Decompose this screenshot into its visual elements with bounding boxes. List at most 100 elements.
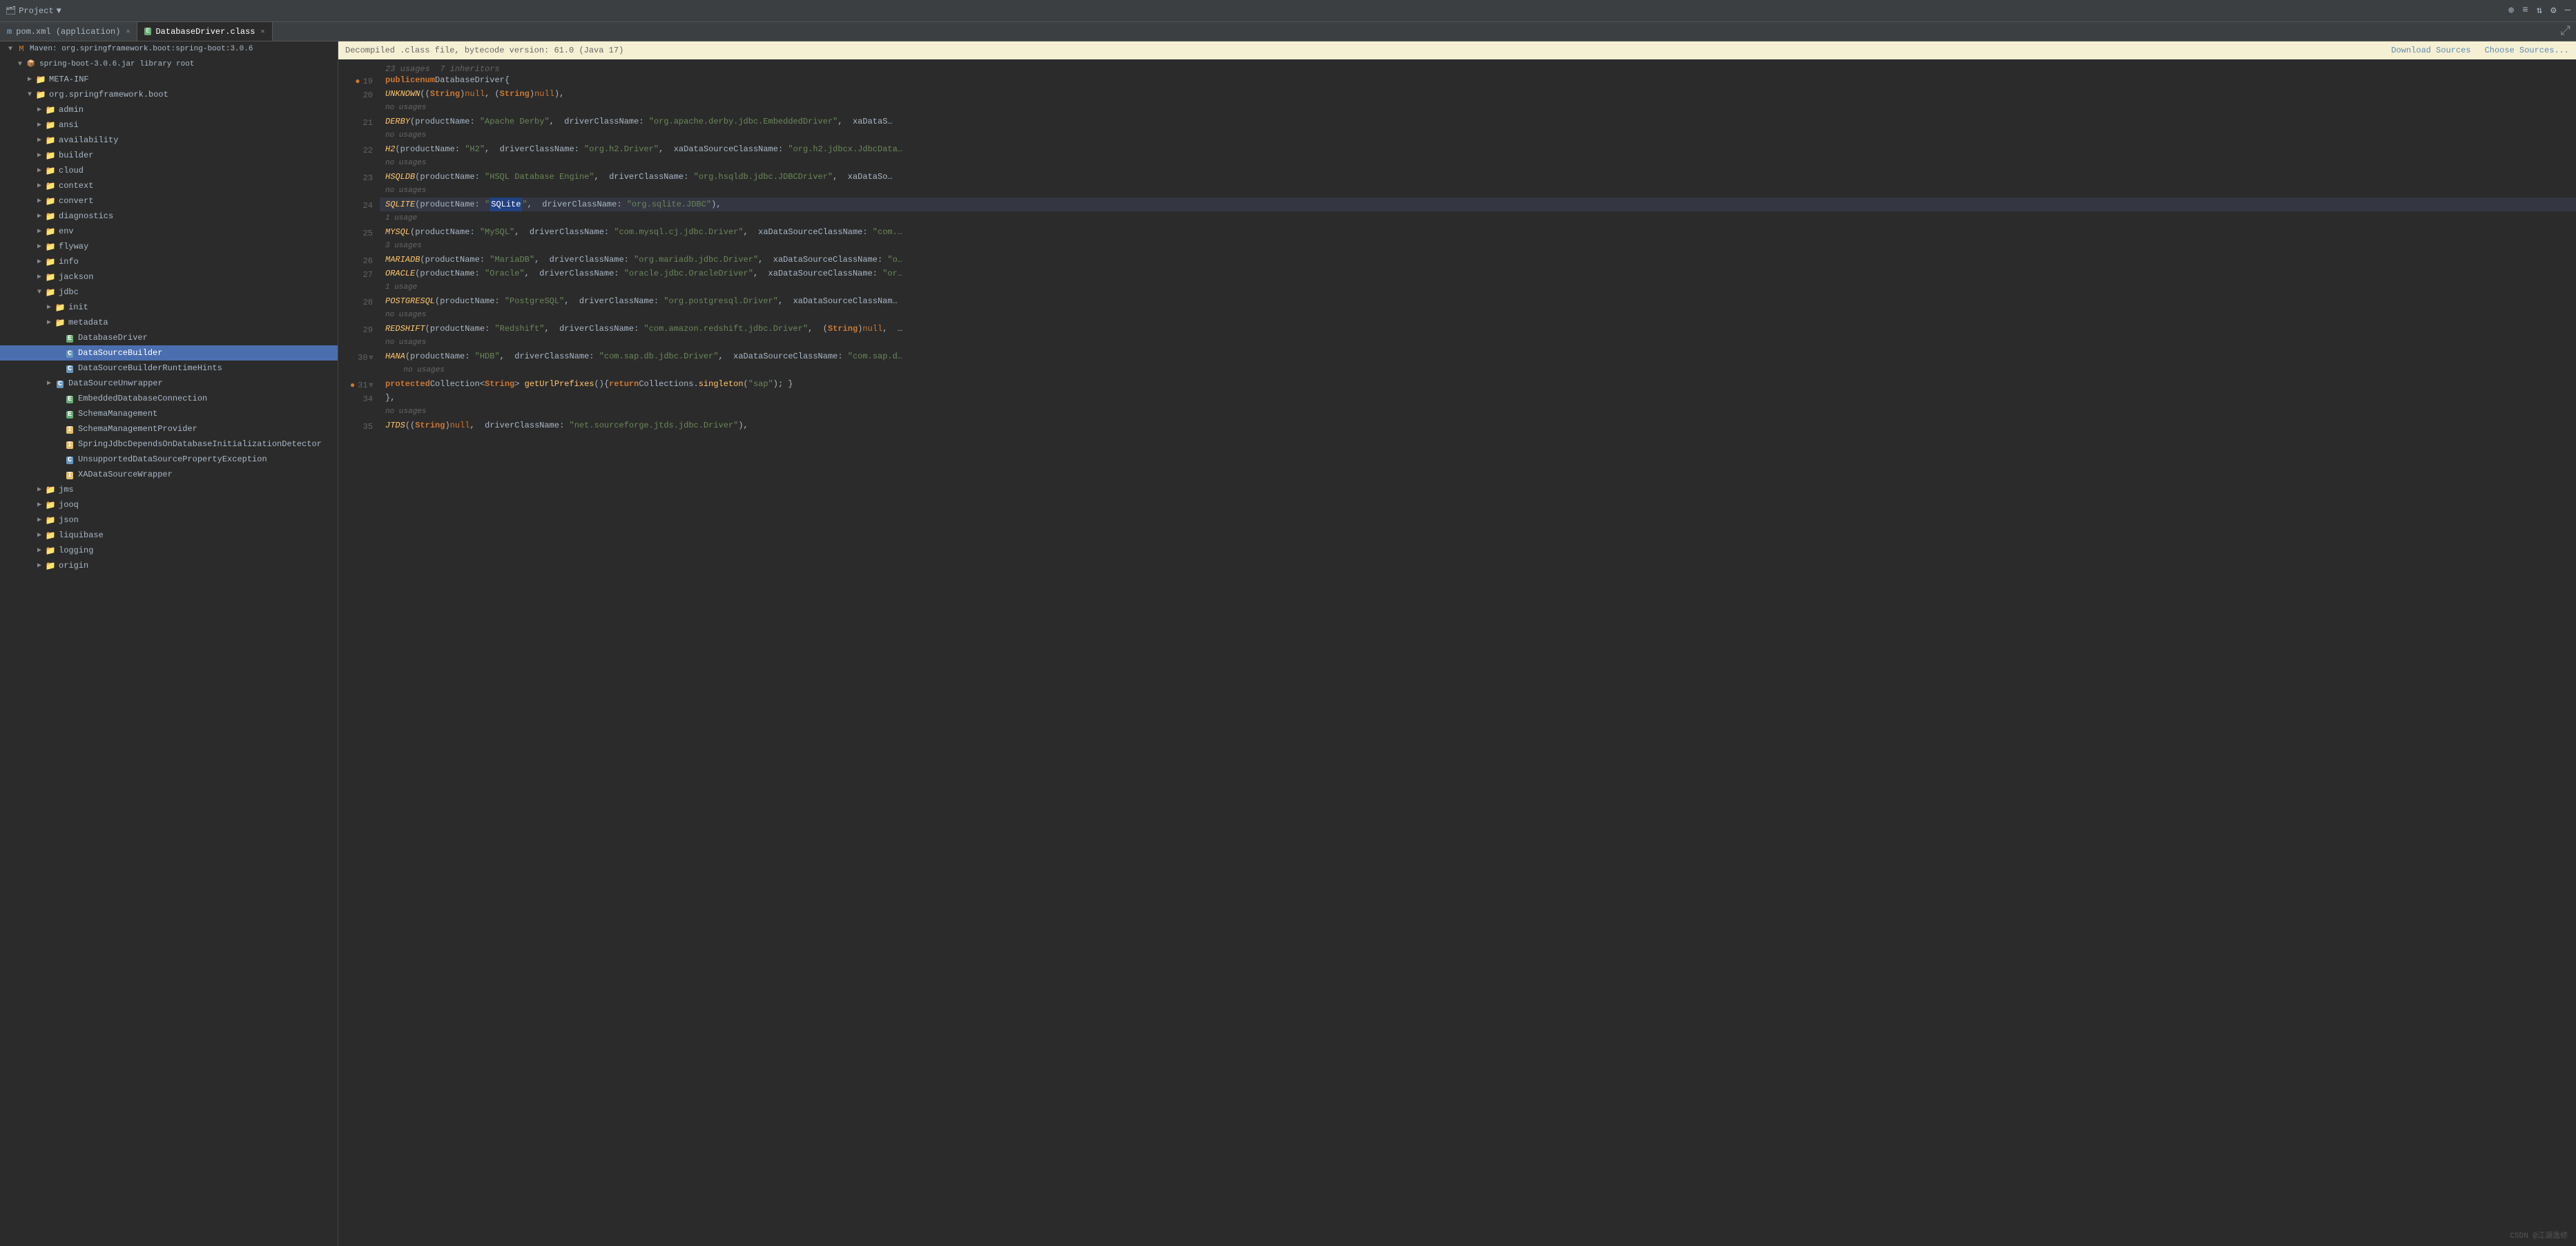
embedded-db-icon: E	[64, 394, 76, 403]
sidebar-item-origin[interactable]: ▶ 📁 origin	[0, 558, 338, 573]
sidebar-item-env[interactable]: ▶ 📁 env	[0, 224, 338, 239]
collapse-31: ▽	[369, 378, 373, 392]
project-label[interactable]: 🗂 Project ▼	[6, 6, 61, 16]
sidebar-item-schema-mgmt[interactable]: ▶ E SchemaManagement	[0, 406, 338, 421]
jar-label: spring-boot-3.0.6.jar library root	[39, 60, 194, 68]
jms-arrow: ▶	[35, 486, 44, 494]
cloud-arrow: ▶	[35, 166, 44, 175]
ds-unwrapper-icon: C	[54, 378, 66, 388]
sidebar-item-admin[interactable]: ▶ 📁 admin	[0, 102, 338, 117]
sidebar-item-json[interactable]: ▶ 📁 json	[0, 512, 338, 528]
decompiled-message: Decompiled .class file, bytecode version…	[345, 46, 623, 55]
sidebar-item-spring-jdbc-depends[interactable]: ▶ I SpringJdbcDependsOnDatabaseInitializ…	[0, 437, 338, 452]
sidebar-item-context[interactable]: ▶ 📁 context	[0, 178, 338, 193]
json-label: json	[59, 515, 79, 525]
dropdown-arrow[interactable]: ▼	[57, 6, 61, 16]
settings-icon[interactable]: ⚙	[2550, 5, 2556, 17]
expand-icon[interactable]: ⇅	[2537, 5, 2542, 17]
info-label: info	[59, 257, 79, 267]
sidebar-item-diagnostics[interactable]: ▶ 📁 diagnostics	[0, 209, 338, 224]
project-icon: 🗂	[6, 6, 16, 16]
diagnostics-arrow: ▶	[35, 212, 44, 220]
sidebar-item-jdbc[interactable]: ▼ 📁 jdbc	[0, 285, 338, 300]
sidebar-item-xa-wrapper[interactable]: ▶ I XADataSourceWrapper	[0, 467, 338, 482]
usage-text-after-22: no usages	[380, 156, 426, 170]
meta-inf-label: META-INF	[49, 75, 89, 84]
code-container[interactable]: 23 usages 7 inheritors ● 19 public enum …	[338, 59, 2576, 1246]
editor-area: Decompiled .class file, bytecode version…	[338, 41, 2576, 1246]
tab-dbdriver-label: DatabaseDriver.class	[155, 27, 255, 37]
sidebar-item-ansi[interactable]: ▶ 📁 ansi	[0, 117, 338, 133]
sidebar-item-cloud[interactable]: ▶ 📁 cloud	[0, 163, 338, 178]
tab-pom-close[interactable]: ✕	[126, 28, 130, 36]
ansi-arrow: ▶	[35, 121, 44, 129]
tab-dbdriver[interactable]: E DatabaseDriver.class ✕	[137, 22, 272, 41]
sidebar-item-ds-builder-runtime[interactable]: ▶ C DataSourceBuilderRuntimeHints	[0, 361, 338, 376]
minimize-icon[interactable]: —	[2565, 5, 2570, 17]
sidebar-item-init[interactable]: ▶ 📁 init	[0, 300, 338, 315]
folder-info-icon: 📁	[44, 257, 57, 267]
sidebar-item-jackson[interactable]: ▶ 📁 jackson	[0, 269, 338, 285]
convert-label: convert	[59, 196, 93, 206]
codeline-27-content: ORACLE( productName: "Oracle", driverCla…	[380, 267, 2576, 280]
sidebar-item-builder[interactable]: ▶ 📁 builder	[0, 148, 338, 163]
folder-jackson-icon: 📁	[44, 272, 57, 282]
sidebar-item-jms[interactable]: ▶ 📁 jms	[0, 482, 338, 497]
info-bar: Decompiled .class file, bytecode version…	[338, 41, 2576, 59]
marker-19: ●	[355, 75, 360, 88]
ansi-label: ansi	[59, 120, 79, 130]
folder-json-icon: 📁	[44, 515, 57, 526]
jar-icon: 📦	[25, 60, 37, 68]
expand-editor-icon[interactable]: ⤢	[2555, 24, 2576, 39]
top-bar-icons: ⊕ ≡ ⇅ ⚙ —	[2508, 5, 2570, 17]
sidebar-item-schema-provider[interactable]: ▶ I SchemaManagementProvider	[0, 421, 338, 437]
jackson-label: jackson	[59, 272, 93, 282]
codeline-26-content: MARIADB( productName: "MariaDB", driverC…	[380, 253, 2576, 267]
folder-builder-icon: 📁	[44, 151, 57, 161]
sidebar-item-info[interactable]: ▶ 📁 info	[0, 254, 338, 269]
sidebar-jar[interactable]: ▼ 📦 spring-boot-3.0.6.jar library root	[0, 57, 338, 72]
jooq-label: jooq	[59, 500, 79, 510]
sidebar-item-logging[interactable]: ▶ 📁 logging	[0, 543, 338, 558]
download-sources-link[interactable]: Download Sources	[2391, 46, 2470, 55]
usage-line-after-20: no usages	[338, 101, 2576, 115]
linenum-35: 35	[363, 420, 373, 434]
sidebar-item-meta-inf[interactable]: ▶ 📁 META-INF	[0, 72, 338, 87]
sidebar-item-unsupported-ds[interactable]: ▶ C UnsupportedDataSourcePropertyExcepti…	[0, 452, 338, 467]
globe-icon[interactable]: ⊕	[2508, 5, 2514, 17]
sidebar-item-convert[interactable]: ▶ 📁 convert	[0, 193, 338, 209]
sidebar-item-availability[interactable]: ▶ 📁 availability	[0, 133, 338, 148]
context-arrow: ▶	[35, 182, 44, 190]
sidebar-item-datasource-builder[interactable]: ▶ C DataSourceBuilder	[0, 345, 338, 361]
list-icon[interactable]: ≡	[2522, 5, 2528, 17]
sidebar-item-jooq[interactable]: ▶ 📁 jooq	[0, 497, 338, 512]
sidebar-item-metadata[interactable]: ▶ 📁 metadata	[0, 315, 338, 330]
sidebar-item-ds-unwrapper[interactable]: ▶ C DataSourceUnwrapper	[0, 376, 338, 391]
tab-pom[interactable]: m pom.xml (application) ✕	[0, 22, 137, 41]
origin-arrow: ▶	[35, 562, 44, 570]
sidebar-item-org-springframework[interactable]: ▼ 📁 org.springframework.boot	[0, 87, 338, 102]
builder-label: builder	[59, 151, 93, 160]
init-arrow: ▶	[44, 303, 54, 312]
usage-line-after-23: no usages	[338, 184, 2576, 198]
codeline-25-content: MYSQL( productName: "MySQL", driverClass…	[380, 225, 2576, 239]
code-line-29: 29 REDSHIFT( productName: "Redshift", dr…	[338, 322, 2576, 336]
schema-provider-icon: I	[64, 424, 76, 434]
sidebar-root[interactable]: ▼ M Maven: org.springframework.boot:spri…	[0, 41, 338, 57]
code-line-21: 21 DERBY( productName: "Apache Derby", d…	[338, 115, 2576, 128]
sidebar-item-flyway[interactable]: ▶ 📁 flyway	[0, 239, 338, 254]
codeline-22-content: H2( productName: "H2", driverClassName: …	[380, 142, 2576, 156]
linenum-27: 27	[363, 268, 373, 282]
folder-liquibase-icon: 📁	[44, 530, 57, 541]
jackson-arrow: ▶	[35, 273, 44, 281]
sidebar-item-database-driver[interactable]: ▶ E DatabaseDriver	[0, 330, 338, 345]
choose-sources-link[interactable]: Choose Sources...	[2485, 46, 2569, 55]
usage-text-after-29: no usages	[380, 336, 426, 349]
jdbc-arrow: ▼	[35, 289, 44, 296]
sidebar-item-embedded-db[interactable]: ▶ E EmbeddedDatabaseConnection	[0, 391, 338, 406]
sidebar-item-liquibase[interactable]: ▶ 📁 liquibase	[0, 528, 338, 543]
marker-31: ●	[350, 378, 355, 392]
spring-jdbc-depends-label: SpringJdbcDependsOnDatabaseInitializatio…	[78, 439, 322, 449]
code-line-26: 26 MARIADB( productName: "MariaDB", driv…	[338, 253, 2576, 267]
tab-dbdriver-close[interactable]: ✕	[261, 28, 265, 36]
